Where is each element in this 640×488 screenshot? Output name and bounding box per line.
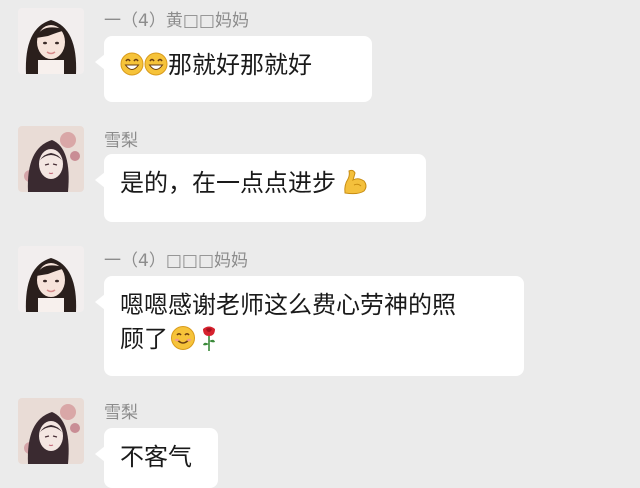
message-bubble[interactable]: 不客气 xyxy=(95,428,218,488)
sender-name: 雪梨 xyxy=(104,403,138,423)
grin-emoji-icon xyxy=(120,52,144,76)
smile-emoji-icon xyxy=(170,325,196,351)
message-bubble[interactable]: 嗯嗯感谢老师这么费心劳神的照 顾了 xyxy=(95,276,524,376)
avatar[interactable] xyxy=(18,8,84,74)
grin-emoji-icon xyxy=(144,52,168,76)
avatar[interactable] xyxy=(18,246,84,312)
sender-name: 一（4）黄□□妈妈 xyxy=(104,11,249,31)
message-text: 是的，在一点点进步 xyxy=(120,169,336,197)
message-text: 不客气 xyxy=(120,443,192,471)
message-text: 顾了 xyxy=(120,325,168,353)
message-bubble[interactable]: 那就好那就好 xyxy=(95,36,372,102)
rose-emoji-icon xyxy=(200,324,218,352)
message-text-line: 嗯嗯感谢老师这么费心劳神的照 xyxy=(120,291,456,319)
sender-name: 雪梨 xyxy=(104,131,138,151)
avatar[interactable] xyxy=(18,398,84,464)
avatar[interactable] xyxy=(18,126,84,192)
flexed-bicep-icon xyxy=(340,167,370,197)
message-text: 那就好那就好 xyxy=(168,51,312,79)
chat-history: 一（4）黄□□妈妈 那就好那就好 雪梨 是的，在一点点进步 一（4）□□□妈妈 … xyxy=(0,0,640,488)
message-text-line-2: 顾了 xyxy=(120,322,508,356)
sender-name: 一（4）□□□妈妈 xyxy=(104,251,249,271)
message-bubble[interactable]: 是的，在一点点进步 xyxy=(95,154,426,222)
